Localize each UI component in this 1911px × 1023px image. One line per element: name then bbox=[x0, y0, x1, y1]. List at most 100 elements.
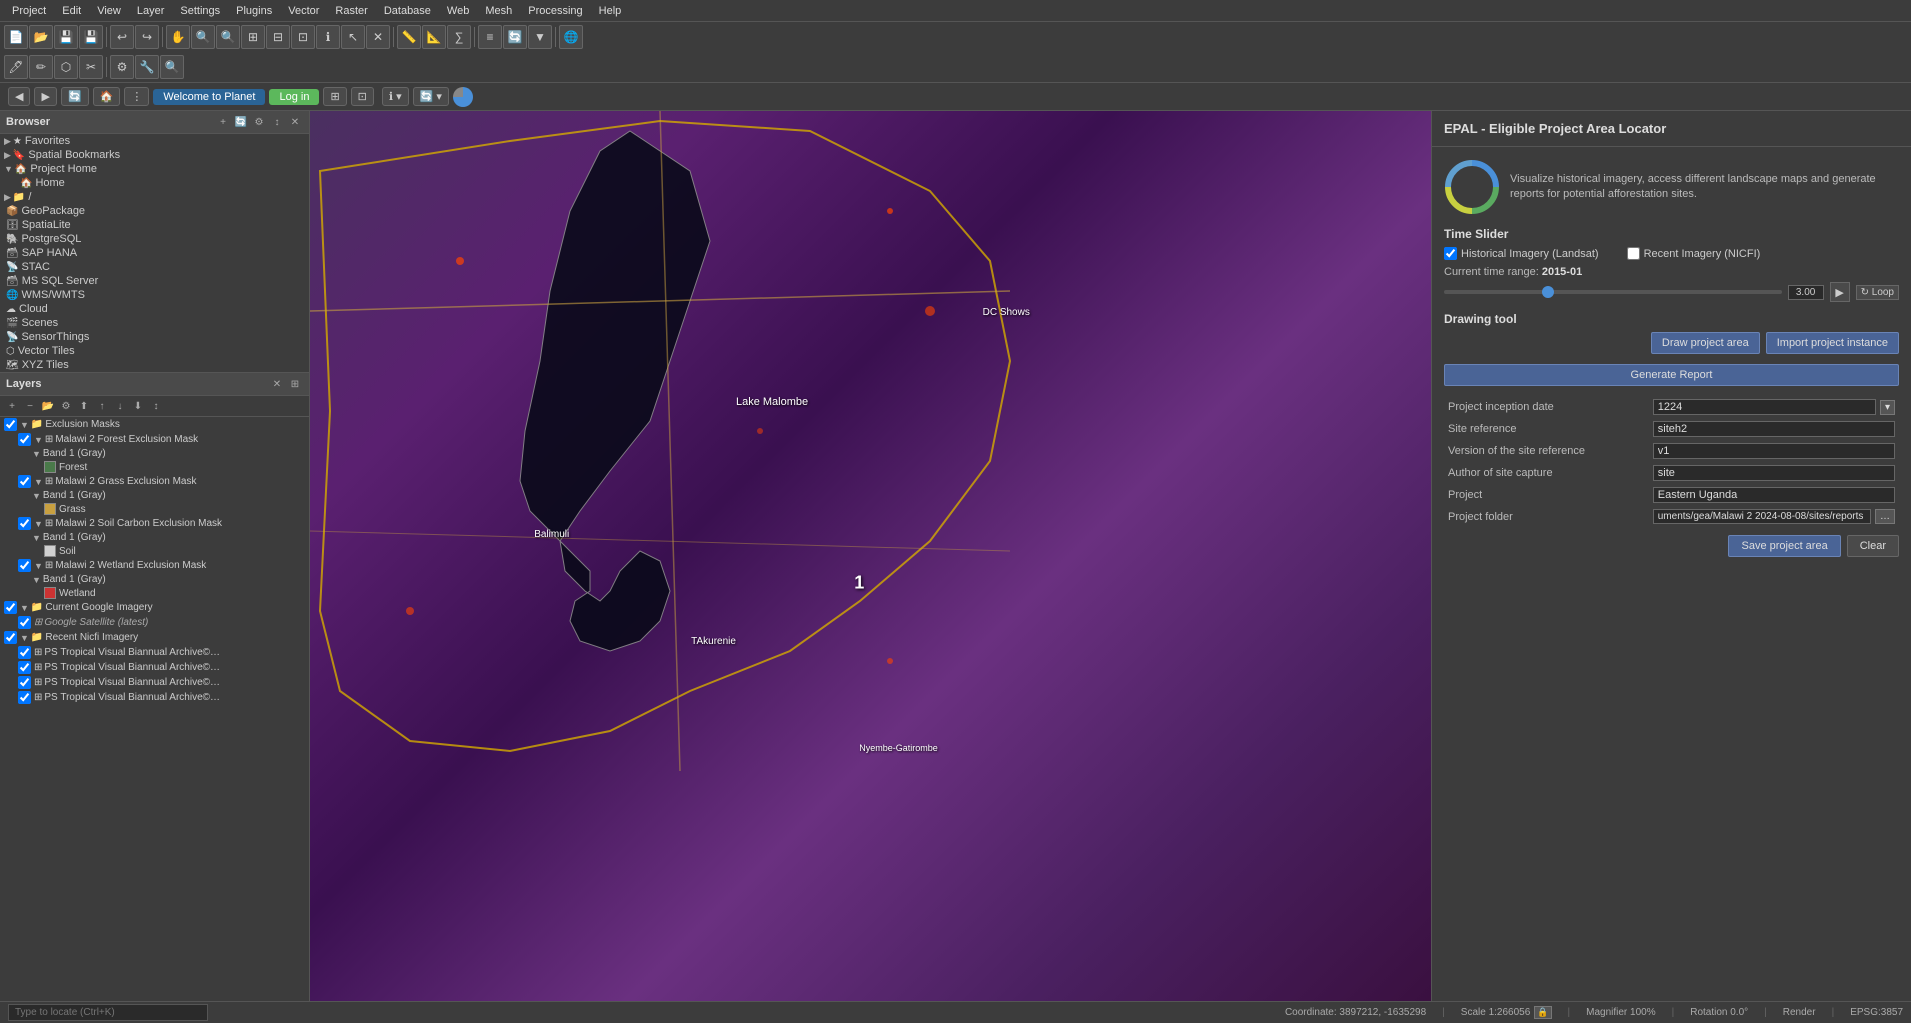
nav-refresh[interactable]: 🔄 bbox=[61, 87, 89, 106]
layer-forest-check[interactable] bbox=[18, 433, 31, 446]
project-folder-input[interactable] bbox=[1653, 509, 1871, 524]
layer-up-btn[interactable]: ↑ bbox=[94, 398, 110, 414]
browser-item-vector-tiles[interactable]: ⬡ Vector Tiles bbox=[0, 344, 309, 358]
inception-date-input[interactable] bbox=[1653, 399, 1876, 415]
epsg-display[interactable]: EPSG:3857 bbox=[1850, 1007, 1903, 1018]
layer-down-btn[interactable]: ↓ bbox=[112, 398, 128, 414]
tb-globe[interactable]: 🌐 bbox=[559, 25, 583, 49]
browser-item-favorites[interactable]: ▶ ★ Favorites bbox=[0, 134, 309, 148]
loop-button[interactable]: ↻ Loop bbox=[1856, 285, 1899, 300]
layer-exclusion-masks-check[interactable] bbox=[4, 418, 17, 431]
nav-home[interactable]: 🏠 bbox=[93, 87, 121, 106]
menu-view[interactable]: View bbox=[89, 5, 129, 17]
tb-zoom-sel[interactable]: ⊡ bbox=[291, 25, 315, 49]
menu-layer[interactable]: Layer bbox=[129, 5, 173, 17]
layer-nicfi-archive-4[interactable]: ⊞ PS Tropical Visual Biannual Archive©… bbox=[0, 690, 309, 705]
tb2-3[interactable]: ⬡ bbox=[54, 55, 78, 79]
locator-input-area[interactable] bbox=[8, 1004, 1269, 1021]
nav-forward[interactable]: ▶ bbox=[34, 87, 56, 106]
browser-item-bookmarks[interactable]: ▶ 🔖 Spatial Bookmarks bbox=[0, 148, 309, 162]
layer-soil-check[interactable] bbox=[18, 517, 31, 530]
time-range-slider[interactable] bbox=[1444, 290, 1782, 294]
tb2-2[interactable]: ✏ bbox=[29, 55, 53, 79]
project-input[interactable] bbox=[1653, 487, 1895, 503]
browser-item-postgresql[interactable]: 🐘 PostgreSQL bbox=[0, 232, 309, 246]
browser-item-geopackage[interactable]: 📦 GeoPackage bbox=[0, 204, 309, 218]
layer-nicfi-2-check[interactable] bbox=[18, 661, 31, 674]
layers-close-btn[interactable]: ✕ bbox=[269, 376, 285, 392]
nav-btn2[interactable]: ⊞ bbox=[323, 87, 346, 106]
tb2-5[interactable]: ⚙ bbox=[110, 55, 134, 79]
browser-collapse-btn[interactable]: ↕ bbox=[269, 114, 285, 130]
menu-project[interactable]: Project bbox=[4, 5, 54, 17]
browser-close-btn[interactable]: ✕ bbox=[287, 114, 303, 130]
nav-btn3[interactable]: ⊡ bbox=[351, 87, 374, 106]
tb-deselect[interactable]: ✕ bbox=[366, 25, 390, 49]
tb-redo[interactable]: ↪ bbox=[135, 25, 159, 49]
tb-zoom-layer[interactable]: ⊟ bbox=[266, 25, 290, 49]
layer-wetland-check[interactable] bbox=[18, 559, 31, 572]
tb2-locator[interactable]: 🔍 bbox=[160, 55, 184, 79]
import-project-instance-btn[interactable]: Import project instance bbox=[1766, 332, 1899, 354]
layer-grass-band[interactable]: ▼ Band 1 (Gray) bbox=[0, 489, 309, 502]
layer-bottom-btn[interactable]: ⬇ bbox=[130, 398, 146, 414]
browser-item-sensorthings[interactable]: 📡 SensorThings bbox=[0, 330, 309, 344]
layer-collapse-btn[interactable]: ↕ bbox=[148, 398, 164, 414]
browser-item-mssql[interactable]: 🗃 MS SQL Server bbox=[0, 274, 309, 288]
browser-item-sap-hana[interactable]: 🗃 SAP HANA bbox=[0, 246, 309, 260]
menu-database[interactable]: Database bbox=[376, 5, 439, 17]
layer-filter-btn[interactable]: ⚙ bbox=[58, 398, 74, 414]
menu-help[interactable]: Help bbox=[591, 5, 630, 17]
tb-new[interactable]: 📄 bbox=[4, 25, 28, 49]
browser-item-home[interactable]: 🏠 Home bbox=[0, 176, 309, 190]
tb-more1[interactable]: ▼ bbox=[528, 25, 552, 49]
tb-zoom-in[interactable]: 🔍 bbox=[191, 25, 215, 49]
browser-item-cloud[interactable]: ☁ Cloud bbox=[0, 302, 309, 316]
tb2-1[interactable]: 🖊 bbox=[4, 55, 28, 79]
layer-nicfi-3-check[interactable] bbox=[18, 676, 31, 689]
scale-lock-btn[interactable]: 🔒 bbox=[1534, 1006, 1551, 1019]
inception-date-dropdown[interactable]: ▾ bbox=[1880, 400, 1895, 415]
tb-field-calc[interactable]: ∑ bbox=[447, 25, 471, 49]
tb-refresh[interactable]: 🔄 bbox=[503, 25, 527, 49]
browser-item-xyz-tiles[interactable]: 🗺 XYZ Tiles bbox=[0, 358, 309, 372]
tb-pan[interactable]: ✋ bbox=[166, 25, 190, 49]
layer-google-satellite[interactable]: ⊞ Google Satellite (latest) bbox=[0, 615, 309, 630]
tb-save-as[interactable]: 💾 bbox=[79, 25, 103, 49]
generate-report-btn[interactable]: Generate Report bbox=[1444, 364, 1899, 386]
layer-nicfi-archive-2[interactable]: ⊞ PS Tropical Visual Biannual Archive©… bbox=[0, 660, 309, 675]
layer-forest-band[interactable]: ▼ Band 1 (Gray) bbox=[0, 447, 309, 460]
tb-layers[interactable]: ≡ bbox=[478, 25, 502, 49]
menu-raster[interactable]: Raster bbox=[327, 5, 375, 17]
layer-open-btn[interactable]: 📂 bbox=[40, 398, 56, 414]
layer-top-btn[interactable]: ⬆ bbox=[76, 398, 92, 414]
menu-mesh[interactable]: Mesh bbox=[477, 5, 520, 17]
layers-float-btn[interactable]: ⊞ bbox=[287, 376, 303, 392]
recent-imagery-check[interactable] bbox=[1627, 247, 1640, 260]
browser-item-wms[interactable]: 🌐 WMS/WMTS bbox=[0, 288, 309, 302]
menu-processing[interactable]: Processing bbox=[520, 5, 590, 17]
layer-wetland-mask[interactable]: ▼ ⊞ Malawi 2 Wetland Exclusion Mask bbox=[0, 558, 309, 573]
draw-project-area-btn[interactable]: Draw project area bbox=[1651, 332, 1760, 354]
browser-filter-btn[interactable]: ⚙ bbox=[251, 114, 267, 130]
historical-imagery-label[interactable]: Historical Imagery (Landsat) bbox=[1444, 247, 1599, 260]
historical-imagery-check[interactable] bbox=[1444, 247, 1457, 260]
tb-measure2[interactable]: 📐 bbox=[422, 25, 446, 49]
layer-google-imagery[interactable]: ▼ 📁 Current Google Imagery bbox=[0, 600, 309, 615]
folder-browse-btn[interactable]: … bbox=[1875, 509, 1895, 524]
layer-nicfi-archive-1[interactable]: ⊞ PS Tropical Visual Biannual Archive©… bbox=[0, 645, 309, 660]
browser-item-scenes[interactable]: 🎬 Scenes bbox=[0, 316, 309, 330]
tb-measure[interactable]: 📏 bbox=[397, 25, 421, 49]
map-area[interactable]: Lake Malombe DC Shows Balimuli TAkurenie… bbox=[310, 111, 1431, 1001]
layer-exclusion-masks[interactable]: ▼ 📁 Exclusion Masks bbox=[0, 417, 309, 432]
layer-forest-mask[interactable]: ▼ ⊞ Malawi 2 Forest Exclusion Mask bbox=[0, 432, 309, 447]
browser-add-btn[interactable]: + bbox=[215, 114, 231, 130]
tb-save[interactable]: 💾 bbox=[54, 25, 78, 49]
layer-grass-check[interactable] bbox=[18, 475, 31, 488]
browser-item-project-home[interactable]: ▼ 🏠 Project Home bbox=[0, 162, 309, 176]
layer-nicfi-imagery[interactable]: ▼ 📁 Recent Nicfi Imagery bbox=[0, 630, 309, 645]
menu-vector[interactable]: Vector bbox=[280, 5, 327, 17]
layer-add-btn[interactable]: + bbox=[4, 398, 20, 414]
author-input[interactable] bbox=[1653, 465, 1895, 481]
browser-item-stac[interactable]: 📡 STAC bbox=[0, 260, 309, 274]
